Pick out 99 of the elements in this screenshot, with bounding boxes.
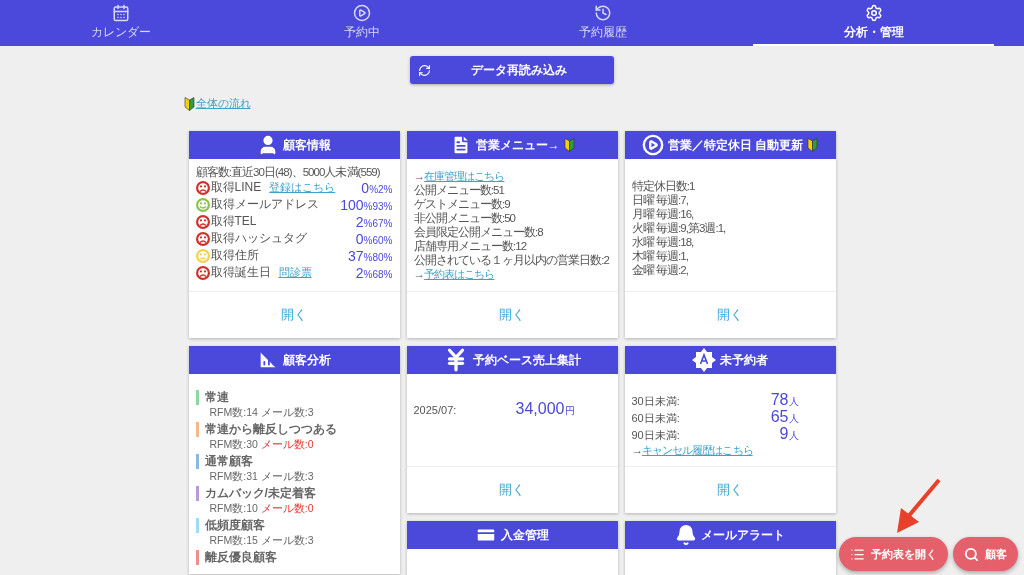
play-icon: [352, 3, 371, 22]
mail-count: メール数:0: [260, 437, 314, 451]
segment-name: カムバック/未定着客: [195, 486, 393, 501]
info-line: 木曜 毎週:1,: [631, 249, 689, 263]
metric-label: 取得TEL: [210, 213, 257, 230]
metric-link[interactable]: 登録はこちら: [269, 180, 336, 195]
card-title: 予約ベース売上集計: [473, 351, 581, 369]
info-line: 非公開メニュー数:50: [413, 211, 517, 225]
open-link[interactable]: 開く: [281, 306, 307, 324]
open-link[interactable]: 開く: [499, 306, 525, 324]
beginner-mark-icon: [183, 96, 195, 111]
settings-icon: [864, 3, 883, 22]
metric-link[interactable]: 問診票: [278, 265, 312, 280]
card-title: 顧客情報: [283, 136, 331, 154]
metric-rate: %60%: [363, 234, 393, 246]
card-title: 顧客分析: [283, 351, 331, 369]
metric-rate: %80%: [363, 251, 393, 263]
bell-icon: [675, 524, 697, 546]
period-label: 30日未満:: [631, 394, 680, 409]
history-icon: [593, 3, 612, 22]
segment-name: 常連から離反しつつある: [195, 422, 393, 437]
mail-count: メール数:0: [260, 501, 314, 515]
metric-value: 100: [340, 196, 364, 213]
text-link[interactable]: 予約表はこちら: [424, 268, 495, 280]
mail-count: メール数:3: [260, 405, 314, 419]
mail-count: メール数:3: [260, 469, 314, 483]
text-link[interactable]: 在庫管理はこちら: [424, 170, 505, 182]
metric-value: 2: [355, 213, 364, 230]
metric-rate: %93%: [363, 200, 393, 212]
segment-name: 常連: [195, 390, 393, 405]
info-line: 会員限定公開メニュー数:8: [413, 225, 544, 239]
arrow-text: →: [413, 268, 425, 280]
open-schedule-button[interactable]: 予約表を開く: [839, 537, 948, 571]
info-line: 水曜 毎週:18,: [631, 235, 695, 249]
metric-label: 取得住所: [210, 247, 259, 264]
refresh-icon: [418, 63, 431, 77]
rfm-count: RFM数:14: [209, 405, 258, 419]
open-link[interactable]: 開く: [717, 306, 743, 324]
metric-value: 0: [355, 230, 364, 247]
segment-name: 離反優良顧客: [195, 550, 393, 565]
info-line: 特定休日数:1: [631, 179, 696, 193]
card-title: 営業メニュー→: [475, 136, 560, 154]
rfm-count: RFM数:15: [209, 533, 258, 547]
period-label: 90日未満:: [631, 428, 680, 443]
info-line: ゲストメニュー数:9: [413, 197, 511, 211]
rfm-count: RFM数:30: [209, 437, 258, 451]
guide-link[interactable]: 全体の流れ: [195, 96, 251, 111]
metric-rate: %2%: [369, 183, 393, 195]
info-line: 公開されている１ヶ月以内の営業日数:2: [413, 253, 611, 267]
customer-count: 9: [779, 426, 789, 441]
list-icon: [850, 546, 865, 562]
customer-search-button[interactable]: 顧客: [953, 537, 1018, 571]
nav-tab[interactable]: 予約中: [241, 0, 482, 46]
customer-count: 78: [770, 392, 789, 407]
open-link[interactable]: 開く: [499, 481, 525, 499]
metric-value: 2: [355, 264, 364, 281]
card-title: 入金管理: [501, 526, 549, 544]
customer-count-text: 顧客数:直近30日(48)、5000人未満(559): [195, 165, 381, 179]
person-unit: 人: [788, 395, 799, 409]
period-label: 60日未満:: [631, 411, 680, 426]
metric-rate: %67%: [363, 217, 393, 229]
person-unit: 人: [788, 429, 799, 443]
customer-count: 65: [770, 409, 789, 424]
play-icon: [641, 134, 664, 156]
reload-button[interactable]: データ再読み込み: [410, 56, 614, 84]
info-line: 火曜 毎週:9,第3週:1,: [631, 221, 727, 235]
info-line: 店舗専用メニュー数:12: [413, 239, 528, 253]
info-line: 日曜 毎週:7,: [631, 193, 689, 207]
segment-name: 通常顧客: [195, 454, 393, 469]
rfm-count: RFM数:10: [209, 501, 258, 515]
card-title: 未予約者: [720, 351, 768, 369]
nav-tab[interactable]: 分析・管理: [753, 0, 994, 46]
metric-rate: %68%: [363, 268, 393, 280]
person-unit: 人: [788, 412, 799, 426]
metric-value: 0: [361, 179, 370, 196]
mail-count: メール数:3: [260, 533, 314, 547]
info-line: 金曜 毎週:2,: [631, 263, 689, 277]
info-line: 月曜 毎週:16,: [631, 207, 695, 221]
card-title: メールアラート: [701, 526, 785, 544]
metric-value: 37: [348, 247, 364, 264]
search-icon: [964, 546, 979, 562]
calendar-icon: [111, 3, 130, 22]
segment-name: 低頻度顧客: [195, 518, 393, 533]
metric-label: 取得誕生日: [210, 264, 271, 281]
info-line: 公開メニュー数:51: [413, 183, 506, 197]
card-title: 営業／特定休日 自動更新: [667, 136, 804, 154]
text-link[interactable]: キャンセル履歴はこちら: [642, 444, 753, 456]
nav-tab[interactable]: カレンダー: [0, 0, 241, 46]
period-label: 2025/07:: [413, 404, 457, 416]
nav-tab[interactable]: 予約履歴: [482, 0, 723, 46]
arrow-text: →: [631, 444, 643, 456]
metric-label: 取得メールアドレス: [210, 196, 319, 213]
open-link[interactable]: 開く: [717, 481, 743, 499]
metric-label: 取得LINE: [210, 179, 262, 196]
rfm-count: RFM数:31: [209, 469, 258, 483]
sales-amount: 34,000: [515, 400, 565, 418]
currency-unit: 円: [564, 404, 575, 418]
metric-label: 取得ハッシュタグ: [210, 230, 307, 247]
arrow-text: →: [413, 170, 425, 182]
